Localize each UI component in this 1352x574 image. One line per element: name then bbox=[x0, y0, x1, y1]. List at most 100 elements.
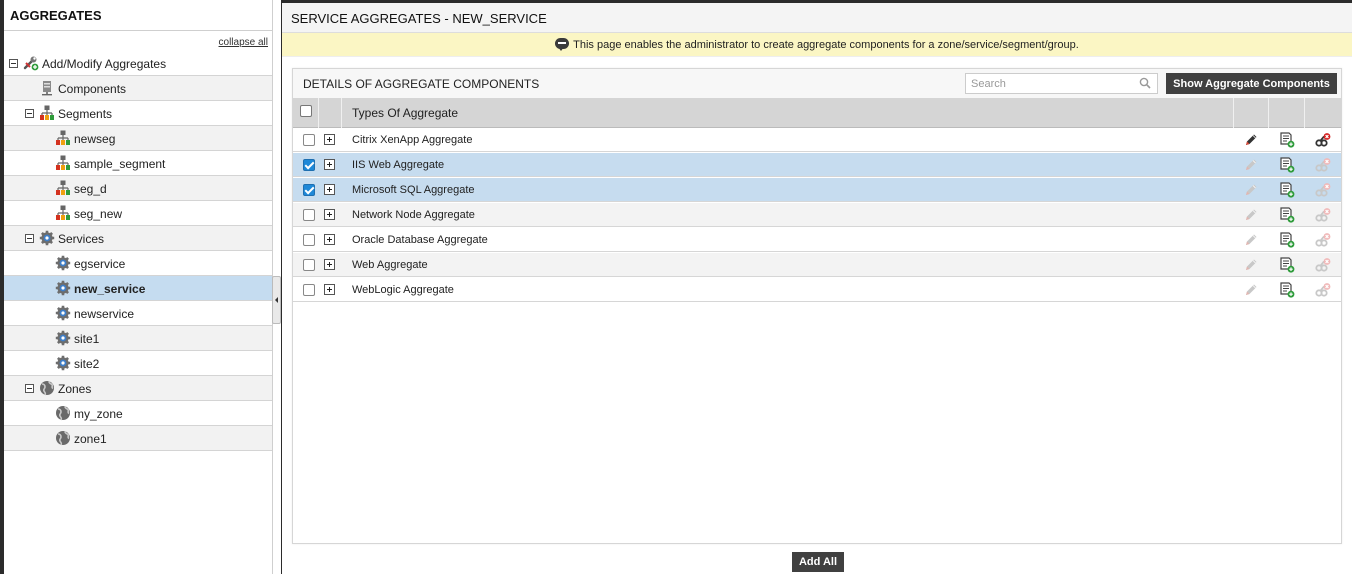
aggregate-panel: DETAILS OF AGGREGATE COMPONENTS Show Agg… bbox=[292, 68, 1342, 544]
pencil-icon[interactable] bbox=[1243, 282, 1259, 298]
gear-icon bbox=[55, 255, 71, 271]
header-separator bbox=[318, 98, 319, 128]
document-plus-icon[interactable] bbox=[1279, 282, 1295, 298]
tree-item-label: new_service bbox=[74, 282, 146, 296]
link-delete-icon[interactable] bbox=[1315, 157, 1331, 173]
tree-item-label: site1 bbox=[74, 332, 100, 346]
collapse-toggle-icon[interactable] bbox=[25, 109, 34, 118]
globe-icon bbox=[55, 405, 71, 421]
expand-icon[interactable] bbox=[324, 184, 335, 195]
expand-icon[interactable] bbox=[324, 259, 335, 270]
document-plus-icon[interactable] bbox=[1279, 132, 1295, 148]
aggregate-row[interactable]: Microsoft SQL Aggregate bbox=[293, 178, 1341, 202]
tree-item-label: zone1 bbox=[74, 432, 107, 446]
main-content: SERVICE AGGREGATES - NEW_SERVICE This pa… bbox=[282, 3, 1352, 574]
row-checkbox[interactable] bbox=[303, 159, 315, 171]
tree-item-label: sample_segment bbox=[74, 157, 166, 171]
tree-item-segment[interactable]: seg_d bbox=[4, 176, 272, 201]
link-delete-icon[interactable] bbox=[1315, 282, 1331, 298]
aggregate-row[interactable]: WebLogic Aggregate bbox=[293, 278, 1341, 302]
document-plus-icon[interactable] bbox=[1279, 182, 1295, 198]
pencil-icon[interactable] bbox=[1243, 182, 1259, 198]
row-checkbox[interactable] bbox=[303, 284, 315, 296]
add-all-button[interactable]: Add All bbox=[792, 552, 844, 572]
header-separator bbox=[1268, 98, 1269, 128]
aggregate-row[interactable]: Citrix XenApp Aggregate bbox=[293, 128, 1341, 152]
network-tree-icon bbox=[55, 205, 71, 221]
tree-group-services[interactable]: Services bbox=[4, 226, 272, 251]
gear-icon bbox=[55, 280, 71, 296]
tree-item-label: seg_new bbox=[74, 207, 123, 221]
pencil-icon[interactable] bbox=[1243, 232, 1259, 248]
tree-root-add-modify-aggregates[interactable]: Add/Modify Aggregates bbox=[4, 51, 272, 76]
tree-item-service[interactable]: site2 bbox=[4, 351, 272, 376]
expand-icon[interactable] bbox=[324, 159, 335, 170]
aggregate-type-name: Oracle Database Aggregate bbox=[352, 234, 488, 246]
expand-icon[interactable] bbox=[324, 284, 335, 295]
tree-item-zone[interactable]: zone1 bbox=[4, 426, 272, 451]
row-checkbox[interactable] bbox=[303, 209, 315, 221]
pencil-icon[interactable] bbox=[1243, 132, 1259, 148]
tree-group-segments[interactable]: Segments bbox=[4, 101, 272, 126]
show-aggregate-components-button[interactable]: Show Aggregate Components bbox=[1166, 73, 1337, 94]
search-box bbox=[965, 73, 1158, 94]
header-separator bbox=[1304, 98, 1305, 128]
aggregate-row[interactable]: Web Aggregate bbox=[293, 253, 1341, 277]
aggregate-row[interactable]: IIS Web Aggregate bbox=[293, 153, 1341, 177]
document-plus-icon[interactable] bbox=[1279, 207, 1295, 223]
tree-item-zone[interactable]: my_zone bbox=[4, 401, 272, 426]
document-plus-icon[interactable] bbox=[1279, 257, 1295, 273]
link-delete-icon[interactable] bbox=[1315, 257, 1331, 273]
tree-item-label: Services bbox=[58, 232, 105, 246]
sidebar-title: AGGREGATES bbox=[4, 0, 272, 31]
speech-bubble-icon bbox=[555, 38, 570, 51]
search-icon[interactable] bbox=[1139, 77, 1151, 89]
tree-item-label: Segments bbox=[58, 107, 113, 121]
tree-item-segment[interactable]: sample_segment bbox=[4, 151, 272, 176]
globe-icon bbox=[39, 380, 55, 396]
network-tree-icon bbox=[39, 105, 55, 121]
link-delete-icon[interactable] bbox=[1315, 207, 1331, 223]
tree-item-segment[interactable]: seg_new bbox=[4, 201, 272, 226]
aggregate-type-name: Network Node Aggregate bbox=[352, 209, 475, 221]
tree-item-service[interactable]: site1 bbox=[4, 326, 272, 351]
pencil-icon[interactable] bbox=[1243, 207, 1259, 223]
aggregate-row[interactable]: Network Node Aggregate bbox=[293, 203, 1341, 227]
tree-item-label: site2 bbox=[74, 357, 100, 371]
link-delete-icon[interactable] bbox=[1315, 132, 1331, 148]
tree-group-zones[interactable]: Zones bbox=[4, 376, 272, 401]
row-checkbox[interactable] bbox=[303, 184, 315, 196]
pencil-icon[interactable] bbox=[1243, 157, 1259, 173]
tree-item-segment[interactable]: newseg bbox=[4, 126, 272, 151]
info-text: This page enables the administrator to c… bbox=[573, 39, 1079, 51]
collapse-all-link[interactable]: collapse all bbox=[219, 37, 268, 48]
document-plus-icon[interactable] bbox=[1279, 232, 1295, 248]
info-bar: This page enables the administrator to c… bbox=[282, 33, 1352, 57]
column-header-types: Types Of Aggregate bbox=[352, 106, 459, 120]
header-separator bbox=[1233, 98, 1234, 128]
splitter-collapse-handle[interactable] bbox=[272, 276, 281, 324]
aggregate-row[interactable]: Oracle Database Aggregate bbox=[293, 228, 1341, 252]
search-input[interactable] bbox=[966, 74, 1131, 93]
tree-item-service[interactable]: newservice bbox=[4, 301, 272, 326]
expand-icon[interactable] bbox=[324, 134, 335, 145]
row-checkbox[interactable] bbox=[303, 234, 315, 246]
aggregate-type-name: IIS Web Aggregate bbox=[352, 159, 445, 171]
link-delete-icon[interactable] bbox=[1315, 182, 1331, 198]
tree-item-label: Zones bbox=[58, 382, 92, 396]
expand-icon[interactable] bbox=[324, 209, 335, 220]
expand-icon[interactable] bbox=[324, 234, 335, 245]
row-checkbox[interactable] bbox=[303, 134, 315, 146]
collapse-toggle-icon[interactable] bbox=[9, 59, 18, 68]
link-delete-icon[interactable] bbox=[1315, 232, 1331, 248]
pencil-icon[interactable] bbox=[1243, 257, 1259, 273]
tree-item-service[interactable]: new_service bbox=[4, 276, 272, 301]
tree-item-service[interactable]: egservice bbox=[4, 251, 272, 276]
tree-item-components[interactable]: Components bbox=[4, 76, 272, 101]
collapse-toggle-icon[interactable] bbox=[25, 384, 34, 393]
collapse-toggle-icon[interactable] bbox=[25, 234, 34, 243]
document-plus-icon[interactable] bbox=[1279, 157, 1295, 173]
row-checkbox[interactable] bbox=[303, 259, 315, 271]
tree-item-label: Add/Modify Aggregates bbox=[42, 57, 167, 71]
select-all-checkbox[interactable] bbox=[300, 105, 312, 117]
